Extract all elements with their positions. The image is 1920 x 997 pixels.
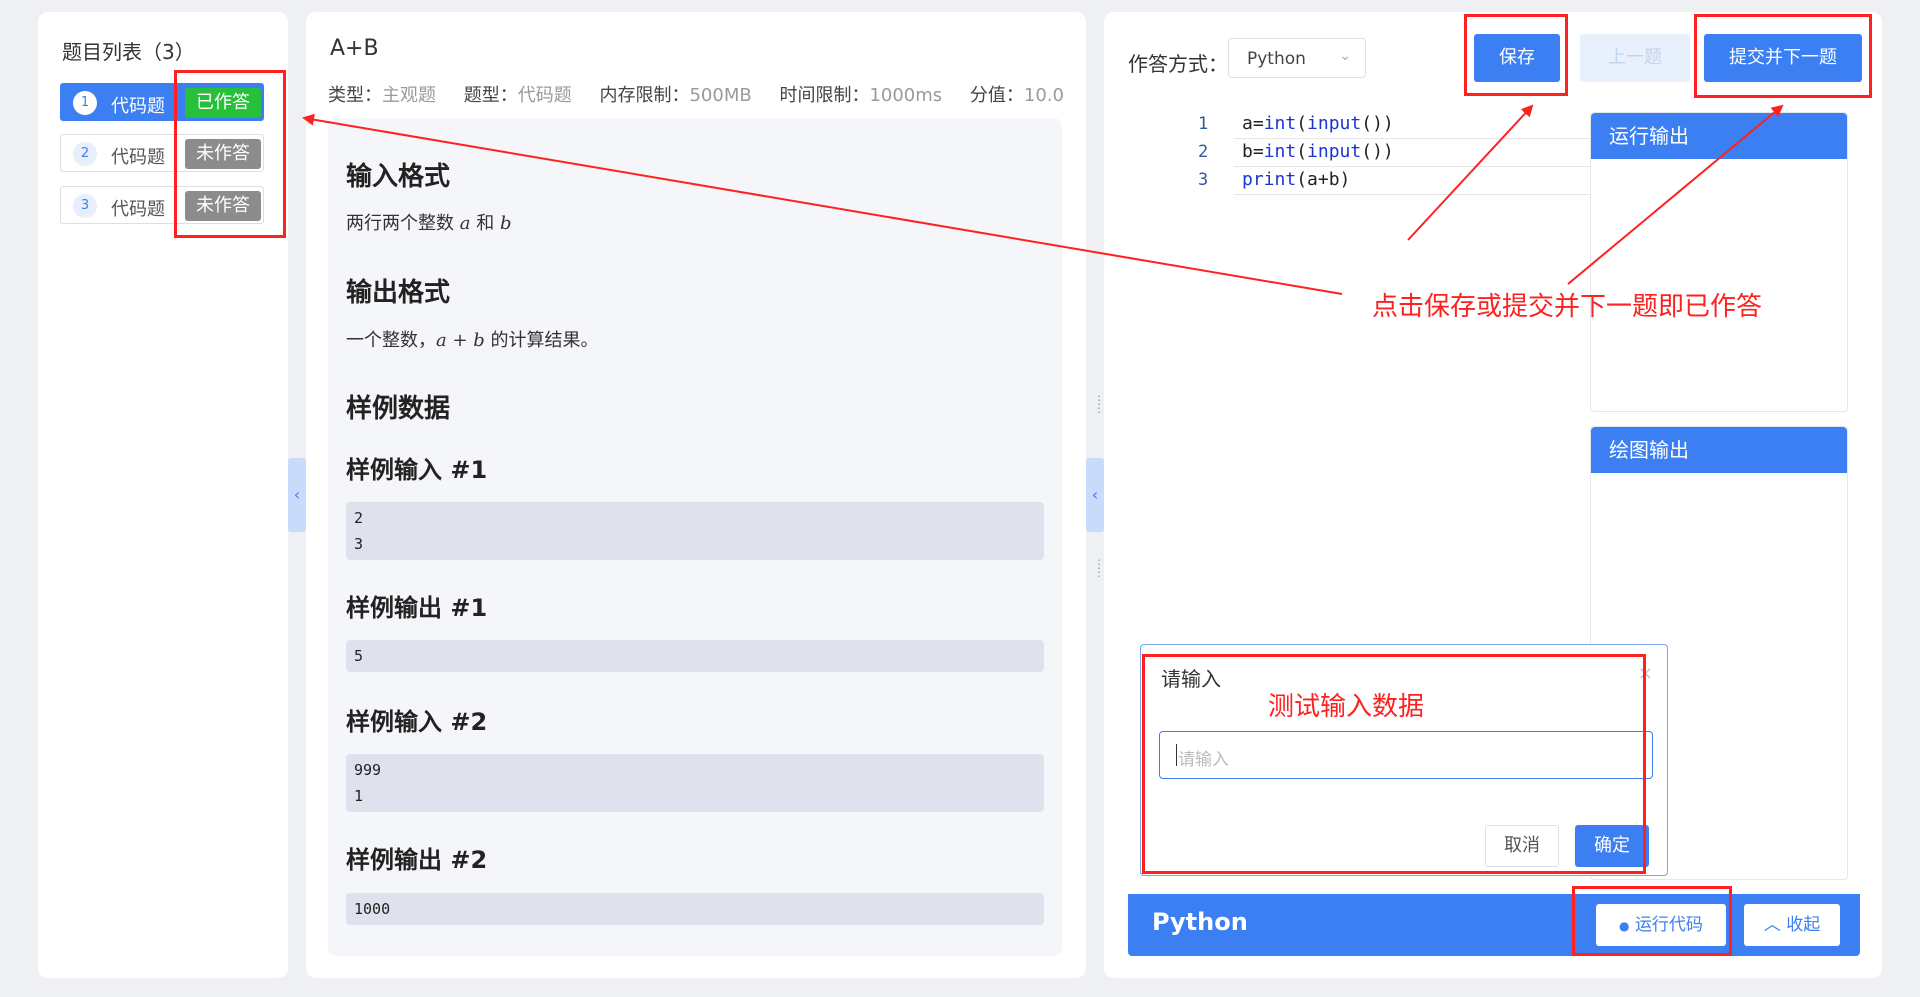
- arrow-to-save: [1407, 104, 1534, 241]
- annotation-test-input-text: 测试输入数据: [1268, 692, 1425, 722]
- arrow-to-status: [302, 113, 1343, 295]
- annotation-arrows: [302, 104, 1784, 295]
- annotation-save-submit-text: 点击保存或提交并下一题即已作答: [1372, 292, 1763, 322]
- arrow-to-submit: [1567, 104, 1784, 285]
